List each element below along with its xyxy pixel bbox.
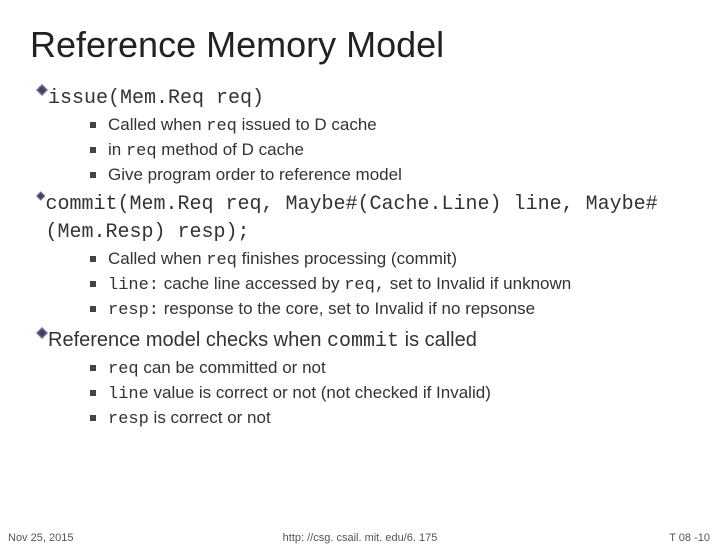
footer-page: T 08 -10	[669, 532, 710, 544]
code-text: line	[108, 385, 149, 404]
diamond-icon	[36, 327, 48, 339]
code-text: resp	[108, 410, 149, 429]
code-text: resp:	[108, 301, 159, 320]
sub-item: Give program order to reference model	[90, 164, 690, 186]
code-text: req	[108, 360, 139, 379]
square-icon	[90, 256, 96, 262]
text: method of D cache	[157, 140, 304, 159]
footer-date: Nov 25, 2015	[8, 532, 73, 544]
square-icon	[90, 147, 96, 153]
text: can be committed or not	[139, 358, 326, 377]
sub-item: Called when req finishes processing (com…	[90, 248, 690, 272]
square-icon	[90, 122, 96, 128]
text: cache line accessed by	[159, 274, 344, 293]
text: finishes processing (commit)	[237, 249, 457, 268]
slide: Reference Memory Model issue(Mem.Req req…	[0, 0, 720, 540]
diamond-icon	[36, 190, 45, 202]
text: Called when	[108, 115, 206, 134]
code-text: req	[206, 251, 237, 270]
text: issued to D cache	[237, 115, 377, 134]
sub-item: resp: response to the core, set to Inval…	[90, 298, 690, 322]
sub-item: req can be committed or not	[90, 357, 690, 381]
text: is correct or not	[149, 408, 271, 427]
code-text: commit(Mem.Req req, Maybe#(Cache.Line) l…	[45, 193, 657, 244]
square-icon	[90, 415, 96, 421]
sub-item: line value is correct or not (not checke…	[90, 382, 690, 406]
square-icon	[90, 306, 96, 312]
code-text: line:	[108, 276, 159, 295]
sub-item: Called when req issued to D cache	[90, 114, 690, 138]
code-text: req,	[344, 276, 385, 295]
sub-item: in req method of D cache	[90, 139, 690, 163]
code-text: issue(Mem.Req req)	[48, 87, 264, 110]
page-title: Reference Memory Model	[30, 24, 690, 66]
code-text: req	[206, 117, 237, 136]
square-icon	[90, 281, 96, 287]
diamond-icon	[36, 84, 48, 96]
text: response to the core, set to Invalid if …	[159, 299, 535, 318]
item-reference-checks: Reference model checks when commit is ca…	[36, 327, 690, 355]
text: set to Invalid if unknown	[385, 274, 571, 293]
text: value is correct or not (not checked if …	[149, 383, 491, 402]
square-icon	[90, 390, 96, 396]
text: in	[108, 140, 126, 159]
footer-url: http: //csg. csail. mit. edu/6. 175	[283, 532, 438, 544]
sub-item: line: cache line accessed by req, set to…	[90, 273, 690, 297]
text: Called when	[108, 249, 206, 268]
code-text: req	[126, 142, 157, 161]
item-issue: issue(Mem.Req req)	[36, 84, 690, 112]
square-icon	[90, 172, 96, 178]
square-icon	[90, 365, 96, 371]
text: Give program order to reference model	[108, 165, 402, 184]
sub-item: resp is correct or not	[90, 407, 690, 431]
item-commit: commit(Mem.Req req, Maybe#(Cache.Line) l…	[36, 190, 690, 246]
